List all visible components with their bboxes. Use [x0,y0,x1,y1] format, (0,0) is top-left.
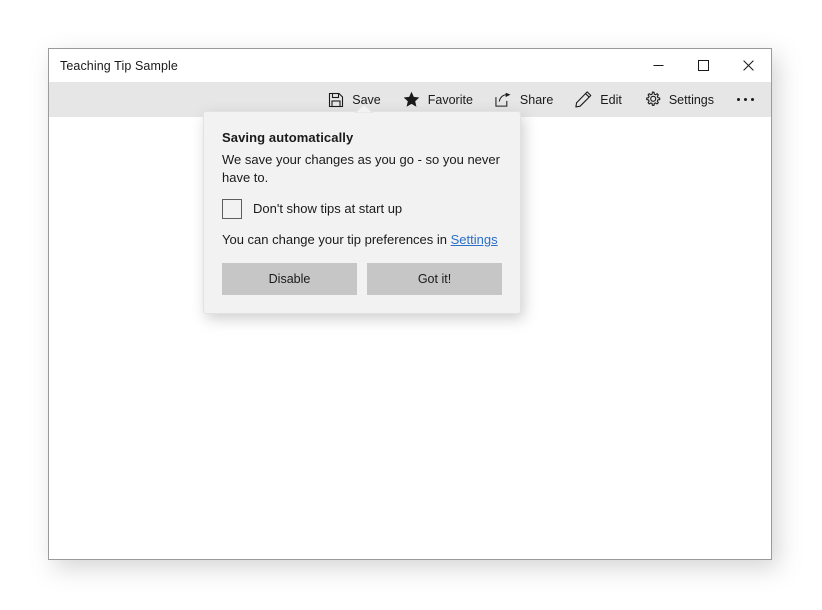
more-options-button[interactable] [725,82,765,117]
maximize-icon [698,60,709,71]
settings-button[interactable]: Settings [633,82,725,117]
ellipsis-icon [736,98,740,101]
share-label: Share [519,92,554,107]
edit-pencil-icon [575,91,592,108]
minimize-button[interactable] [636,49,681,82]
dont-show-tips-checkbox[interactable] [222,198,242,219]
content-area: Saving automatically We save your change… [49,104,771,559]
share-icon [495,91,512,108]
teaching-tip: Saving automatically We save your change… [203,104,521,314]
window-title: Teaching Tip Sample [60,58,178,73]
ellipsis-icon [750,98,754,101]
tip-settings-link[interactable]: Settings [451,232,498,247]
dont-show-tips-checkbox-row[interactable]: Don't show tips at start up [222,198,502,219]
teaching-tip-tail [355,104,373,113]
save-icon [327,91,344,108]
edit-button[interactable]: Edit [564,82,633,117]
teaching-tip-actions: Disable Got it! [204,262,520,313]
close-icon [743,60,754,71]
teaching-tip-body: Saving automatically We save your change… [204,112,520,247]
dont-show-tips-label: Don't show tips at start up [253,201,403,217]
tip-preferences-prefix: You can change your tip preferences in [222,231,451,247]
settings-gear-icon [644,91,661,108]
got-it-button[interactable]: Got it! [367,262,502,295]
teaching-tip-subtitle: We save your changes as you go - so you … [222,152,500,185]
app-window: Teaching Tip Sample Save Favorite Share … [48,48,772,560]
ellipsis-icon [743,98,747,101]
tip-preferences-text: You can change your tip preferences in S… [222,232,502,247]
title-bar[interactable]: Teaching Tip Sample [49,49,771,82]
minimize-icon [653,60,664,71]
edit-label: Edit [600,92,622,107]
close-button[interactable] [726,49,771,82]
settings-label: Settings [668,92,714,107]
favorite-label: Favorite [427,92,473,107]
window-controls [636,49,771,82]
maximize-button[interactable] [681,49,726,82]
disable-button[interactable]: Disable [222,262,357,295]
teaching-tip-title: Saving automatically [222,130,354,145]
favorite-star-icon [403,91,420,108]
